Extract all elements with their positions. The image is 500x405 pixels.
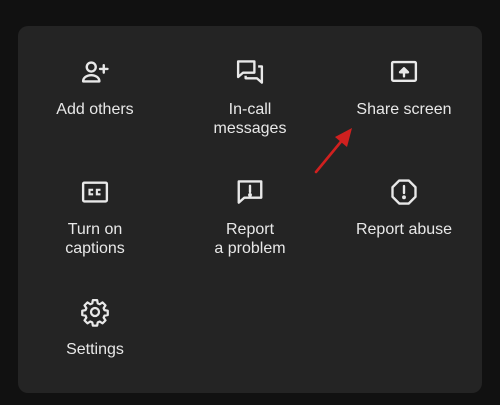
present-screen-icon: [388, 56, 420, 88]
report-abuse-button[interactable]: Report abuse: [329, 176, 479, 239]
report-problem-label: Report a problem: [214, 221, 286, 257]
chat-icon: [234, 56, 266, 88]
in-call-messages-label: In-call messages: [213, 101, 287, 137]
report-abuse-icon: [388, 176, 420, 208]
settings-button[interactable]: Settings: [20, 296, 170, 359]
report-abuse-label: Report abuse: [355, 221, 453, 238]
report-problem-icon: [234, 176, 266, 208]
gear-icon: [79, 296, 111, 328]
add-others-button[interactable]: Add others: [20, 56, 170, 119]
in-call-messages-button[interactable]: In-call messages: [175, 56, 325, 138]
share-screen-label: Share screen: [356, 101, 452, 118]
share-screen-button[interactable]: Share screen: [329, 56, 479, 119]
add-others-label: Add others: [56, 101, 134, 118]
screen: Add others In-call messages Share screen: [0, 0, 500, 405]
turn-on-captions-button[interactable]: Turn on captions: [20, 176, 170, 258]
settings-label: Settings: [66, 341, 124, 358]
add-person-icon: [79, 56, 111, 88]
report-problem-button[interactable]: Report a problem: [175, 176, 325, 258]
closed-captions-icon: [79, 176, 111, 208]
turn-on-captions-label: Turn on captions: [65, 221, 125, 257]
